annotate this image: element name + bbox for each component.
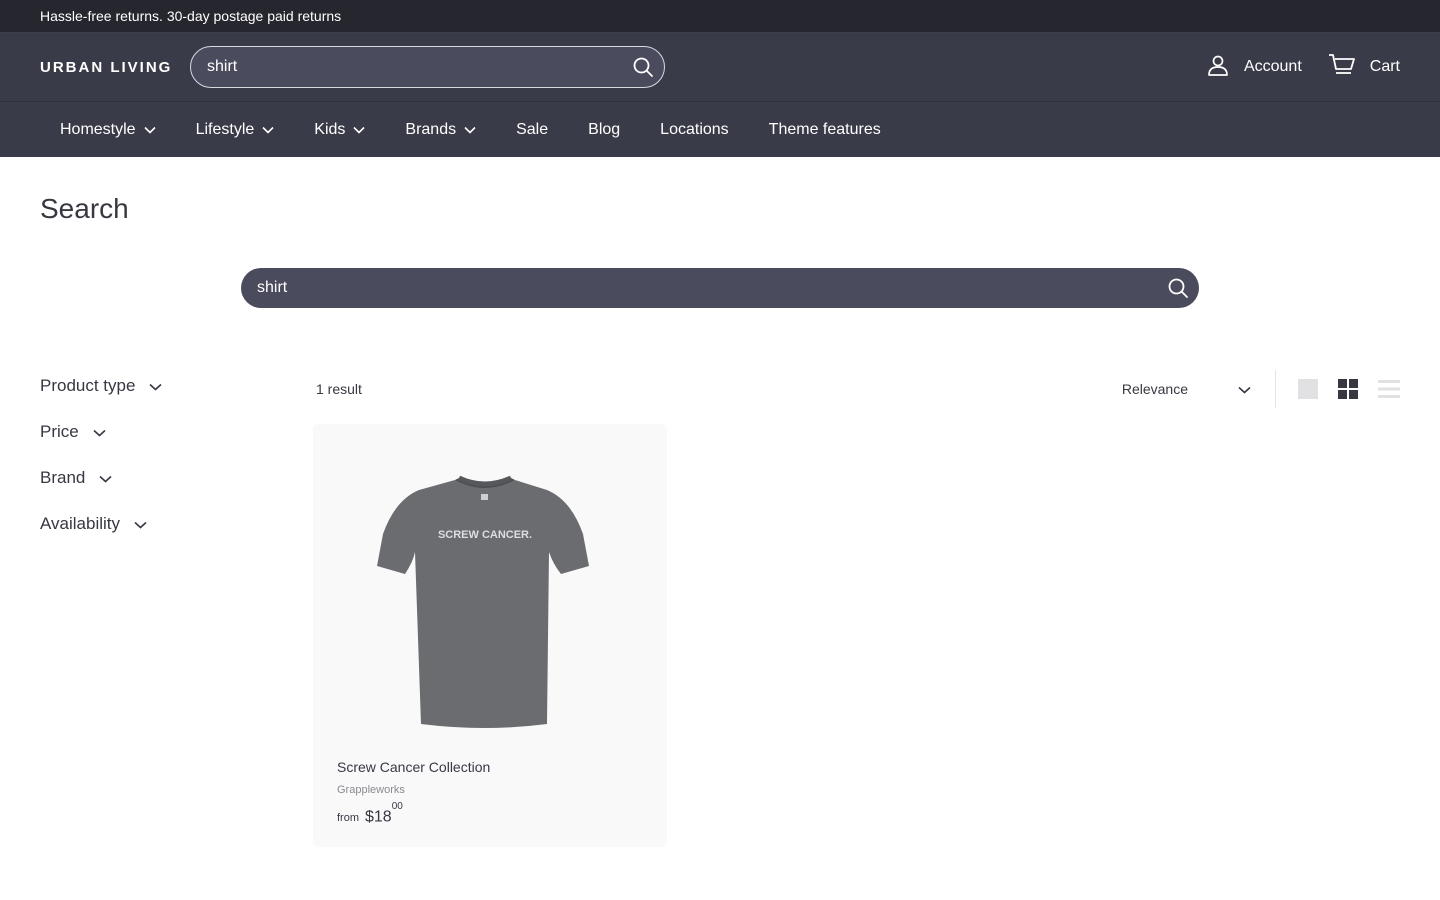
cart-label: Cart: [1369, 58, 1400, 75]
chevron-down-icon: [464, 121, 476, 139]
nav-item-theme-features[interactable]: Theme features: [749, 102, 901, 157]
nav-label: Locations: [660, 120, 729, 138]
announcement-bar: Hassle-free returns. 30-day postage paid…: [0, 0, 1440, 33]
nav-item-lifestyle[interactable]: Lifestyle: [176, 102, 295, 157]
filter-label: Product type: [40, 376, 136, 395]
nav-item-blog[interactable]: Blog: [568, 102, 640, 157]
nav-item-homestyle[interactable]: Homestyle: [40, 102, 176, 157]
announcement-text: Hassle-free returns. 30-day postage paid…: [40, 8, 342, 24]
nav-item-kids[interactable]: Kids: [294, 102, 385, 157]
main-search-input[interactable]: [257, 279, 1167, 297]
chevron-down-icon: [99, 468, 112, 488]
main-navigation: Homestyle Lifestyle Kids Brands Sale Blo…: [0, 102, 1440, 157]
large-grid-view-icon[interactable]: [1298, 379, 1318, 399]
main-search-box: [241, 268, 1199, 308]
product-card[interactable]: SCREW CANCER. Screw Cancer Collection Gr…: [313, 424, 667, 847]
nav-item-locations[interactable]: Locations: [640, 102, 749, 157]
product-image[interactable]: SCREW CANCER.: [375, 474, 595, 734]
price-amount: $1800: [365, 801, 403, 826]
filter-label: Availability: [40, 514, 121, 533]
chevron-down-icon: [134, 514, 147, 534]
nav-label: Homestyle: [60, 120, 136, 138]
list-view-icon[interactable]: [1378, 379, 1400, 399]
filter-sidebar: Product type Price Brand Availability: [40, 374, 162, 558]
cart-link[interactable]: Cart: [1328, 53, 1400, 82]
filter-label: Brand: [40, 468, 86, 487]
site-header: URBAN LIVING Account Cart: [0, 33, 1440, 102]
nav-item-sale[interactable]: Sale: [496, 102, 568, 157]
product-title[interactable]: Screw Cancer Collection: [337, 759, 490, 775]
product-vendor: Grappleworks: [337, 784, 405, 796]
chevron-down-icon: [1238, 381, 1251, 397]
page-title: Search: [40, 193, 129, 224]
sort-select[interactable]: Relevance: [1122, 381, 1275, 397]
price-cents: 00: [391, 801, 403, 812]
search-icon[interactable]: [632, 56, 654, 78]
filter-availability[interactable]: Availability: [40, 512, 162, 536]
results-toolbar: 1 result Relevance: [316, 370, 1400, 408]
nav-label: Kids: [314, 120, 346, 138]
cart-icon: [1328, 53, 1356, 82]
header-search-box: [190, 46, 665, 88]
shirt-print-text: SCREW CANCER.: [438, 529, 532, 541]
product-price: from $1800: [337, 801, 403, 826]
header-actions: Account Cart: [1206, 53, 1400, 82]
account-link[interactable]: Account: [1206, 53, 1302, 82]
filter-brand[interactable]: Brand: [40, 466, 162, 490]
header-search-input[interactable]: [207, 58, 632, 76]
account-label: Account: [1243, 58, 1302, 75]
filter-price[interactable]: Price: [40, 420, 162, 444]
result-count: 1 result: [316, 381, 362, 397]
nav-label: Blog: [588, 120, 621, 138]
filter-label: Price: [40, 422, 79, 441]
nav-label: Sale: [516, 120, 549, 138]
user-icon: [1206, 53, 1230, 82]
nav-item-brands[interactable]: Brands: [385, 102, 496, 157]
chevron-down-icon: [144, 121, 156, 139]
nav-label: Brands: [405, 120, 457, 138]
filter-product-type[interactable]: Product type: [40, 374, 162, 398]
chevron-down-icon: [93, 422, 106, 442]
store-logo[interactable]: URBAN LIVING: [40, 59, 190, 76]
nav-label: Lifestyle: [195, 120, 255, 138]
nav-label: Theme features: [768, 120, 881, 138]
small-grid-view-icon[interactable]: [1338, 379, 1358, 399]
price-dollars: $18: [365, 808, 392, 826]
sort-value: Relevance: [1121, 381, 1188, 397]
chevron-down-icon: [353, 121, 365, 139]
view-toggle: [1276, 379, 1400, 399]
search-icon[interactable]: [1167, 277, 1189, 299]
chevron-down-icon: [262, 121, 274, 139]
chevron-down-icon: [149, 376, 162, 396]
price-prefix: from: [337, 812, 359, 825]
